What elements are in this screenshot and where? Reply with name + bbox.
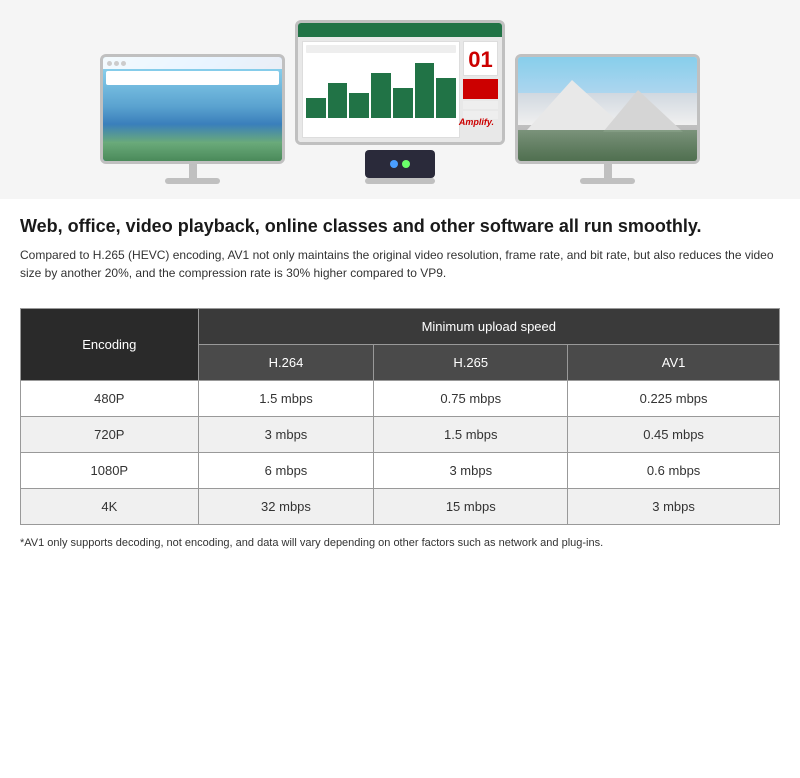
left-monitor [100,54,285,164]
center-monitor-wrapper: 01 Amplify. [295,20,505,184]
chart-area [302,41,460,138]
left-monitor-neck [189,164,197,178]
right-screen [518,57,697,161]
right-monitor [515,54,700,164]
mini-pc [365,150,435,178]
table-row: 720P3 mbps1.5 mbps0.45 mbps [21,417,780,453]
resolution-cell: 1080P [21,453,199,489]
right-monitor-wrapper [515,54,700,184]
left-taskbar [103,57,282,69]
h265-cell: 1.5 mbps [374,417,568,453]
page-container: 01 Amplify. [0,0,800,567]
h265-cell: 0.75 mbps [374,381,568,417]
table-row: 1080P6 mbps3 mbps0.6 mbps [21,453,780,489]
amplify-text: Amplify. [459,117,494,127]
encoding-label: Encoding [21,309,199,381]
table-row: 4K32 mbps15 mbps3 mbps [21,489,780,525]
resolution-cell: 720P [21,417,199,453]
table-body: 480P1.5 mbps0.75 mbps0.225 mbps720P3 mbp… [21,381,780,525]
chart-bars [306,58,456,118]
bar [393,88,413,118]
bar [306,98,326,118]
left-monitor-wrapper [100,54,285,184]
mini-pc-light-1 [390,160,398,168]
taskbar-dot [114,61,119,66]
col-header-av1: AV1 [568,345,780,381]
taskbar-dot [121,61,126,66]
bar [328,83,348,118]
bar [415,63,435,118]
av1-cell: 3 mbps [568,489,780,525]
h264-cell: 6 mbps [198,453,374,489]
bar [349,93,369,118]
monitor-section: 01 Amplify. [0,0,800,199]
av1-cell: 0.45 mbps [568,417,780,453]
h265-cell: 15 mbps [374,489,568,525]
resolution-cell: 4K [21,489,199,525]
h264-cell: 1.5 mbps [198,381,374,417]
col-header-h265: H.265 [374,345,568,381]
headline: Web, office, video playback, online clas… [20,215,780,238]
resolution-cell: 480P [21,381,199,417]
upload-speed-header: Minimum upload speed [198,309,779,345]
right-monitor-neck [604,164,612,178]
bar [436,78,456,118]
h264-cell: 32 mbps [198,489,374,525]
encoding-table: Encoding Minimum upload speed H.264 H.26… [20,308,780,525]
table-section: Encoding Minimum upload speed H.264 H.26… [0,308,800,525]
right-monitor-base [580,178,635,184]
av1-cell: 0.225 mbps [568,381,780,417]
center-monitor-base [365,178,435,184]
center-monitor: 01 Amplify. [295,20,505,145]
center-screen: 01 Amplify. [298,23,502,142]
office-toolbar [298,23,502,37]
av1-cell: 0.6 mbps [568,453,780,489]
mini-pc-light-2 [402,160,410,168]
description: Compared to H.265 (HEVC) encoding, AV1 n… [20,246,780,282]
footnote: *AV1 only supports decoding, not encodin… [0,535,800,567]
bar [371,73,391,118]
col-header-h264: H.264 [198,345,374,381]
table-row: 480P1.5 mbps0.75 mbps0.225 mbps [21,381,780,417]
text-section: Web, office, video playback, online clas… [0,199,800,308]
table-header-row-1: Encoding Minimum upload speed [21,309,780,345]
h265-cell: 3 mbps [374,453,568,489]
left-screen [103,57,282,161]
left-monitor-base [165,178,220,184]
taskbar-dot [107,61,112,66]
h264-cell: 3 mbps [198,417,374,453]
